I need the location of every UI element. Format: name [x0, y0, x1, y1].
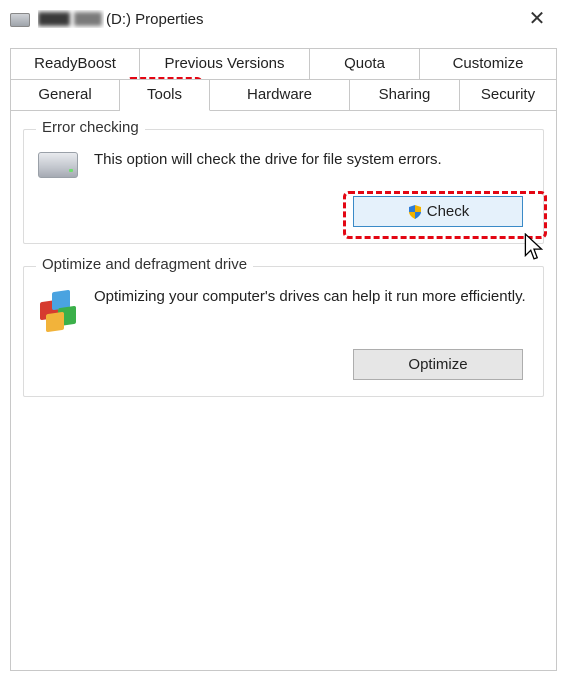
tab-sharing[interactable]: Sharing — [350, 79, 460, 111]
tab-row-lower: General Tools Hardware Sharing Security — [10, 79, 557, 111]
error-checking-description: This option will check the drive for fil… — [94, 150, 529, 170]
groupbox-optimize: Optimize and defragment drive Optimizing… — [23, 266, 544, 397]
tab-customize[interactable]: Customize — [420, 48, 557, 79]
drive-icon — [10, 13, 30, 27]
tab-readyboost[interactable]: ReadyBoost — [10, 48, 140, 79]
error-checking-legend: Error checking — [36, 119, 145, 136]
optimize-button[interactable]: Optimize — [353, 349, 523, 380]
hard-drive-icon — [38, 152, 80, 178]
tab-quota[interactable]: Quota — [310, 48, 420, 79]
optimize-button-label: Optimize — [408, 356, 467, 373]
optimize-legend: Optimize and defragment drive — [36, 256, 253, 273]
window-title: (D:) Properties — [106, 11, 204, 28]
check-button-label: Check — [427, 203, 470, 220]
cursor-icon — [523, 233, 545, 261]
uac-shield-icon — [407, 204, 423, 220]
tab-general[interactable]: General — [10, 79, 120, 111]
optimize-description: Optimizing your computer's drives can he… — [94, 287, 529, 307]
titlebar: (D:) Properties ✕ — [0, 0, 567, 40]
tab-row-upper: ReadyBoost Previous Versions Quota Custo… — [10, 48, 557, 79]
defragment-icon — [38, 289, 80, 331]
close-button[interactable]: ✕ — [517, 9, 557, 29]
drive-name-redacted — [38, 10, 104, 28]
tab-tools[interactable]: Tools — [120, 79, 210, 111]
check-button[interactable]: Check — [353, 196, 523, 227]
tab-security[interactable]: Security — [460, 79, 557, 111]
tab-previous-versions[interactable]: Previous Versions — [140, 48, 310, 79]
tab-hardware[interactable]: Hardware — [210, 79, 350, 111]
groupbox-error-checking: Error checking This option will check th… — [23, 129, 544, 244]
tab-area: ReadyBoost Previous Versions Quota Custo… — [0, 40, 567, 671]
tab-body-tools: Error checking This option will check th… — [10, 111, 557, 671]
